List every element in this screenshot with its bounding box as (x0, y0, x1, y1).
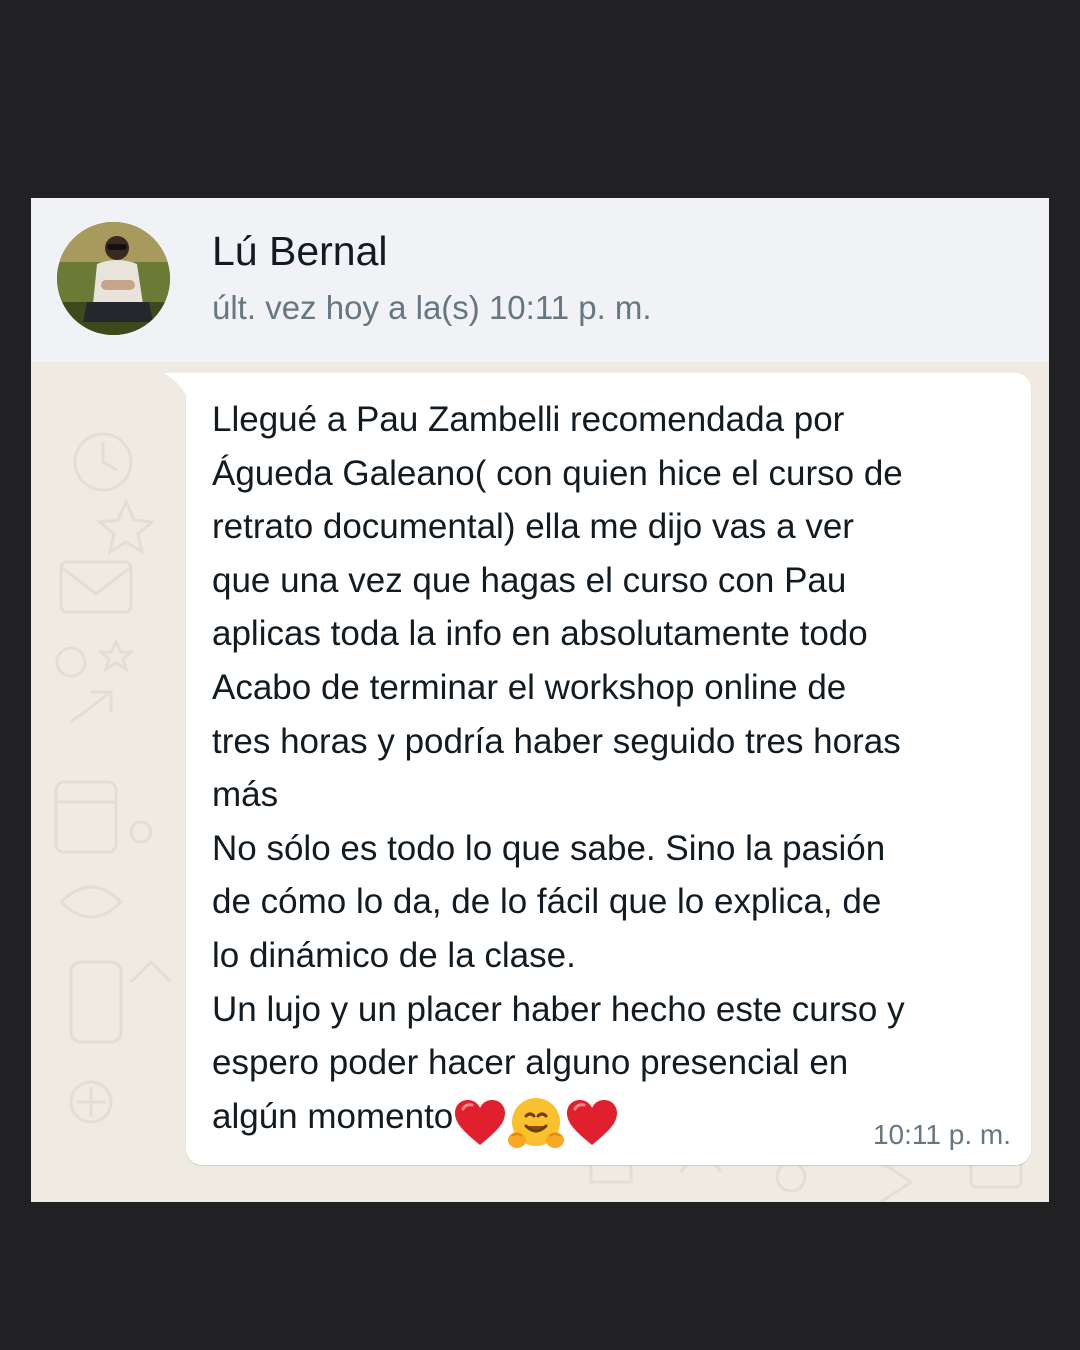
contact-name: Lú Bernal (212, 228, 388, 274)
emoji-row (453, 1096, 619, 1153)
last-seen-status: últ. vez hoy a la(s) 10:11 p. m. (212, 289, 652, 326)
message-timestamp: 10:11 p. m. (872, 1119, 1011, 1150)
bubble-tail-icon (164, 373, 190, 399)
red-heart-icon (567, 1100, 618, 1146)
incoming-message-bubble[interactable]: Llegué a Pau Zambelli recomendada por Ág… (164, 373, 1031, 1165)
message-last-line: algún momento (212, 1096, 454, 1136)
hugging-face-icon (508, 1098, 565, 1149)
chat-header[interactable]: Lú Bernal últ. vez hoy a la(s) 10:11 p. … (31, 198, 1049, 362)
red-heart-icon (455, 1100, 506, 1146)
contact-avatar[interactable] (57, 222, 170, 335)
avatar-photo-icon (57, 222, 170, 335)
message-body: Llegué a Pau Zambelli recomendada por Ág… (212, 400, 905, 1083)
message-text: Llegué a Pau Zambelli recomendada por Ág… (212, 393, 1027, 1152)
chat-window: Lú Bernal últ. vez hoy a la(s) 10:11 p. … (31, 198, 1049, 1202)
